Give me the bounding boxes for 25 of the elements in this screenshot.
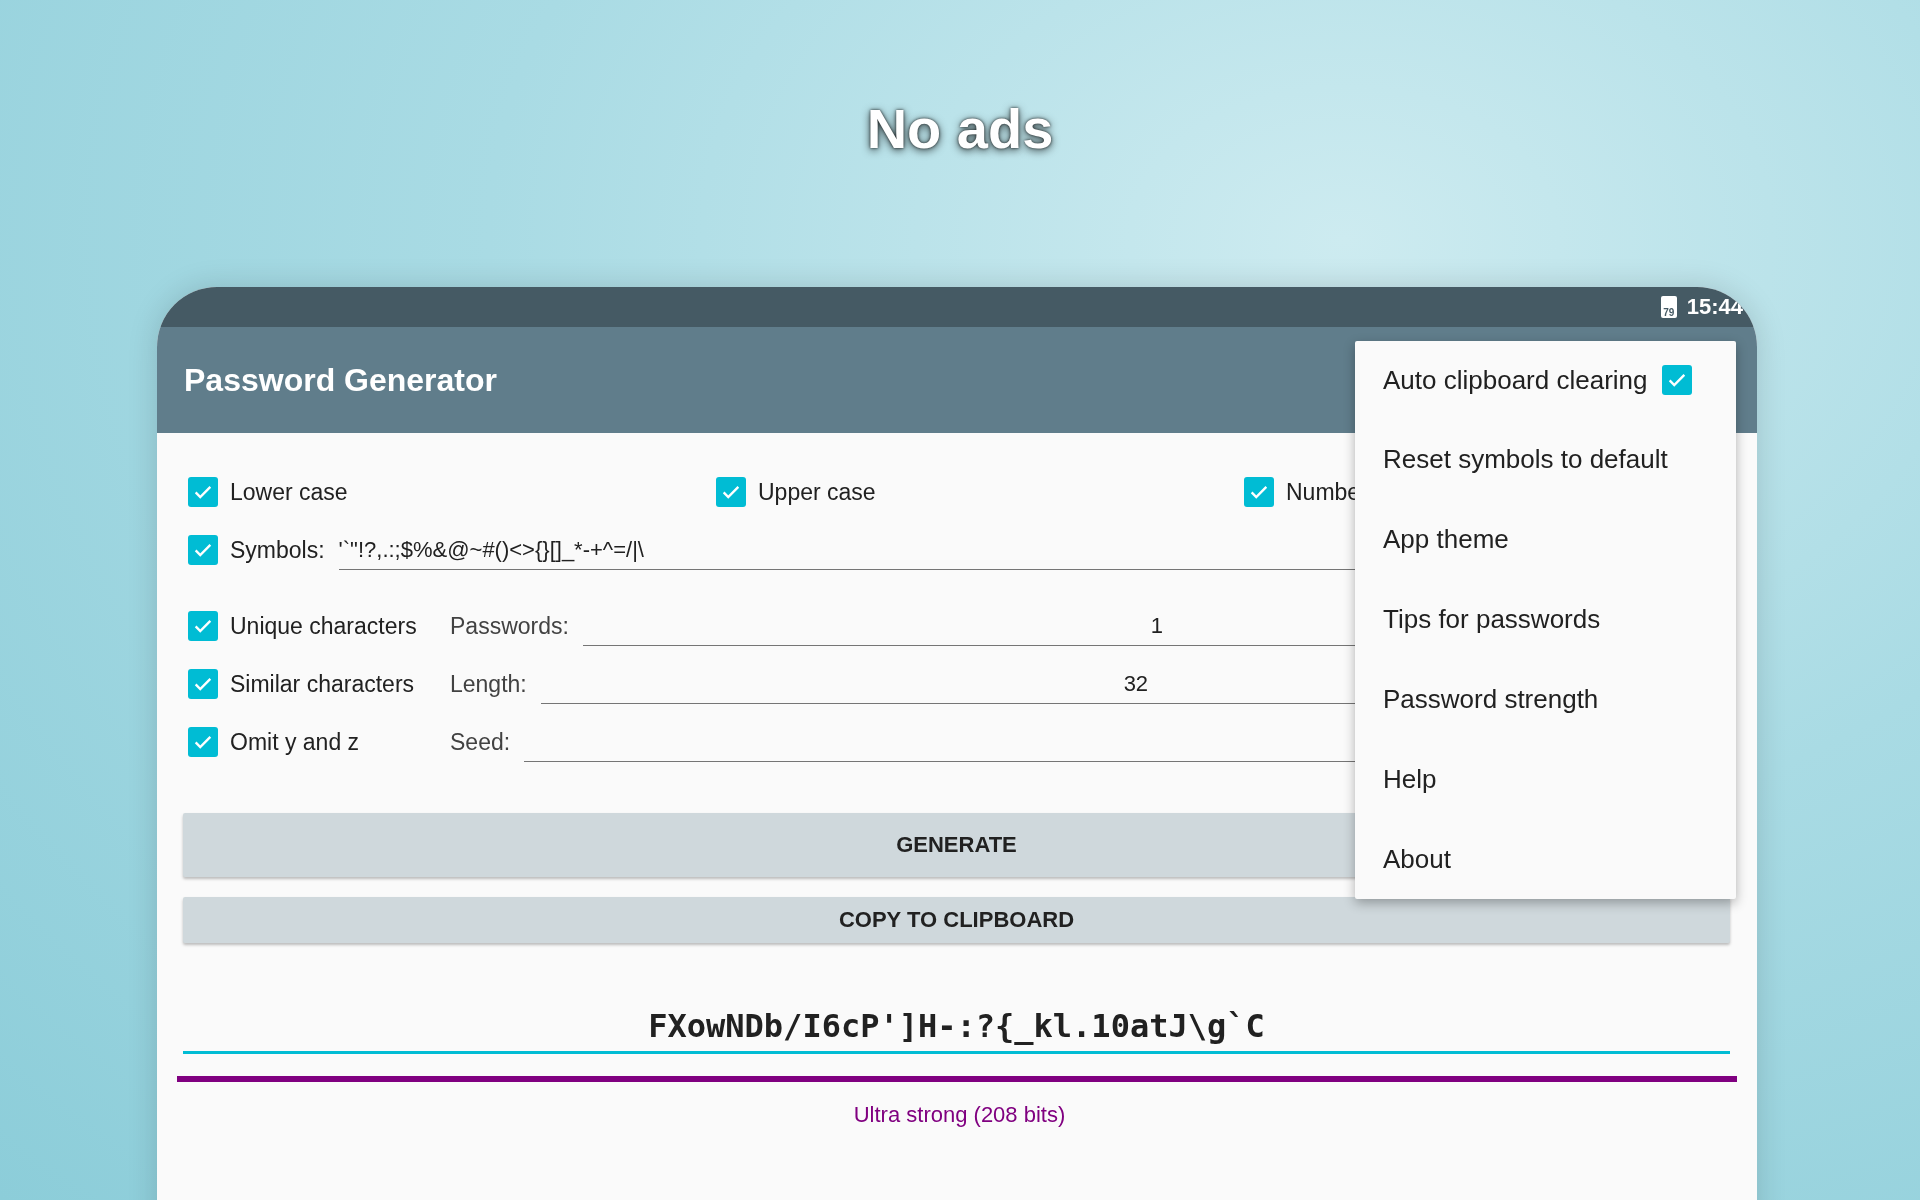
checkbox[interactable]: [188, 611, 218, 641]
checkbox-label: Symbols:: [230, 536, 325, 564]
battery-icon: 79: [1660, 296, 1677, 318]
copy-button[interactable]: COPY TO CLIPBOARD: [183, 897, 1730, 943]
checkbox-label: Lower case: [230, 478, 348, 506]
checkbox[interactable]: [716, 477, 746, 507]
checkbox-label: Similar characters: [230, 670, 415, 698]
checkbox[interactable]: [188, 535, 218, 565]
checkbox-label: Omit y and z: [230, 728, 360, 756]
checkbox-label: Unique characters: [230, 612, 417, 640]
password-field[interactable]: FXowNDb/I6cP']H-:?{_kl.10atJ\g`C: [183, 1001, 1730, 1054]
app-title: Password Generator: [184, 361, 497, 399]
menu-item[interactable]: Auto clipboard clearing: [1355, 341, 1736, 419]
checkbox[interactable]: [1244, 477, 1274, 507]
checkbox[interactable]: [188, 727, 218, 757]
checkbox[interactable]: [188, 477, 218, 507]
field-label: Length:: [450, 670, 527, 698]
headline: No ads: [866, 96, 1054, 162]
field-label: Passwords:: [450, 612, 569, 640]
strength-label: Ultra strong (208 bits): [853, 1102, 1066, 1128]
checkbox[interactable]: [1661, 365, 1692, 395]
field-label: Seed:: [450, 728, 511, 756]
menu-item[interactable]: Reset symbols to default: [1355, 419, 1736, 499]
checkbox[interactable]: [188, 669, 218, 699]
checkbox-label: Upper case: [758, 478, 876, 506]
